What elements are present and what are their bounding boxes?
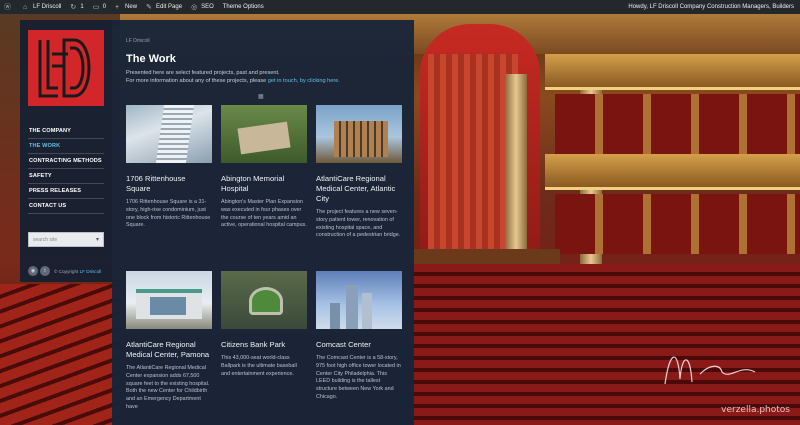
bg-left-seats: [0, 284, 120, 425]
project-title[interactable]: AtlantiCare Regional Medical Center, Pam…: [126, 340, 212, 360]
intro-line-1: Presented here are select featured proje…: [126, 70, 280, 76]
project-card[interactable]: Citizens Bank Park This 43,000-seat worl…: [221, 271, 307, 378]
photographer-signature: [664, 356, 756, 385]
project-description: Abington's Master Plan Expansion was exe…: [221, 199, 307, 229]
copyright-prefix: © Copyright: [54, 268, 79, 274]
search-input[interactable]: search site ▾: [28, 232, 104, 247]
project-card[interactable]: AtlantiCare Regional Medical Center, Pam…: [126, 271, 212, 412]
twitter-icon[interactable]: t: [40, 266, 50, 276]
nav-item-the-work[interactable]: THE WORK: [28, 139, 104, 154]
logo-mark: [38, 38, 91, 98]
project-title[interactable]: 1706 Rittenhouse Square: [126, 174, 212, 194]
plus-icon: +: [115, 3, 120, 11]
search-dropdown-caret: ▾: [95, 237, 99, 243]
project-thumbnail[interactable]: [126, 105, 212, 163]
nav-item-press-releases[interactable]: PRESS RELEASES: [28, 184, 104, 199]
project-title[interactable]: Citizens Bank Park: [221, 340, 307, 350]
theme-options-link[interactable]: Theme Options: [223, 4, 264, 10]
wordpress-icon: ⓦ: [4, 3, 11, 11]
theme-options-label: Theme Options: [222, 4, 264, 10]
project-description: The project features a new seven-story p…: [316, 209, 401, 239]
grid-icon[interactable]: ▦: [258, 93, 266, 100]
intro-text: Presented here are select featured proje…: [126, 70, 406, 85]
sidebar: THE COMPANY THE WORK CONTRACTING METHODS…: [20, 20, 112, 282]
social-footer: ◉ t © Copyright LF Driscoll: [28, 266, 101, 276]
main-content: LF Driscoll The Work Presented here are …: [112, 20, 414, 425]
watermark: verzella.photos: [721, 405, 790, 415]
nav-item-the-company[interactable]: THE COMPANY: [28, 124, 104, 139]
main-nav: THE COMPANY THE WORK CONTRACTING METHODS…: [28, 124, 104, 214]
project-thumbnail[interactable]: [126, 271, 212, 329]
comments-icon: ▭: [92, 3, 100, 11]
project-card[interactable]: 1706 Rittenhouse Square 1706 Rittenhouse…: [126, 105, 212, 230]
howdy-text: Howdy, LF Driscoll Company Construction …: [628, 4, 794, 10]
contact-link[interactable]: get in touch, by clicking here.: [268, 78, 340, 84]
project-card[interactable]: Comcast Center The Comcast Center is a 5…: [316, 271, 402, 402]
comments-link[interactable]: ▭ 0: [93, 4, 106, 11]
project-card[interactable]: AtlantiCare Regional Medical Center, Atl…: [316, 105, 402, 240]
page-title: The Work: [126, 53, 176, 65]
project-thumbnail[interactable]: [221, 105, 307, 163]
account-menu[interactable]: Howdy, LF Driscoll Company Construction …: [628, 4, 794, 10]
project-description: This 43,000-seat world-class Ballpark is…: [221, 355, 297, 377]
bg-boxes: [555, 94, 800, 154]
nav-item-safety[interactable]: SAFETY: [28, 169, 104, 184]
seo-icon: ◎: [191, 3, 198, 11]
project-description: The Comcast Center is a 58-story, 975 fo…: [316, 355, 401, 400]
project-title[interactable]: AtlantiCare Regional Medical Center, Atl…: [316, 174, 402, 204]
site-name-link[interactable]: ⌂ LF Driscoll: [23, 4, 61, 11]
edit-page-label: Edit Page: [156, 4, 183, 10]
project-description: 1706 Rittenhouse Square is a 31-story, h…: [126, 199, 211, 229]
wp-admin-bar: ⓦ ⌂ LF Driscoll ↻ 1 ▭ 0 + New ✎ Edit Pag…: [0, 0, 800, 14]
nav-item-contact-us[interactable]: CONTACT US: [28, 199, 104, 214]
seo-link[interactable]: ◎ SEO: [191, 4, 214, 11]
seo-label: SEO: [201, 4, 214, 10]
pencil-icon: ✎: [146, 3, 152, 11]
wordpress-menu[interactable]: ⓦ: [4, 4, 14, 11]
edit-page-link[interactable]: ✎ Edit Page: [146, 4, 182, 11]
intro-line-2: For more information about any of these …: [126, 77, 267, 84]
bg-balcony: [545, 54, 800, 90]
project-card[interactable]: Abington Memorial Hospital Abington's Ma…: [221, 105, 307, 230]
project-thumbnail[interactable]: [221, 271, 307, 329]
nav-item-contracting-methods[interactable]: CONTRACTING METHODS: [28, 154, 104, 169]
comments-count: 0: [102, 4, 107, 10]
new-label: New: [125, 4, 138, 10]
rss-icon[interactable]: ◉: [28, 266, 38, 276]
lf-driscoll-logo[interactable]: [28, 30, 104, 106]
bg-pillar: [505, 74, 527, 264]
bg-balcony: [545, 154, 800, 190]
project-title[interactable]: Comcast Center: [316, 340, 402, 350]
updates-link[interactable]: ↻ 1: [70, 4, 83, 11]
copyright: © Copyright LF Driscoll: [54, 269, 101, 274]
copyright-link[interactable]: LF Driscoll: [80, 269, 102, 274]
project-title[interactable]: Abington Memorial Hospital: [221, 174, 307, 194]
search-placeholder: search site: [33, 237, 58, 243]
site-name: LF Driscoll: [33, 4, 62, 10]
home-icon: ⌂: [23, 3, 28, 11]
project-thumbnail[interactable]: [316, 271, 402, 329]
new-content-link[interactable]: + New: [115, 4, 137, 11]
breadcrumb[interactable]: LF Driscoll: [126, 38, 150, 44]
updates-count: 1: [80, 4, 84, 10]
project-thumbnail[interactable]: [316, 105, 402, 163]
updates-icon: ↻: [70, 3, 77, 11]
bg-boxes: [555, 194, 800, 254]
project-description: The AtlantiCare Regional Medical Center …: [126, 365, 210, 410]
